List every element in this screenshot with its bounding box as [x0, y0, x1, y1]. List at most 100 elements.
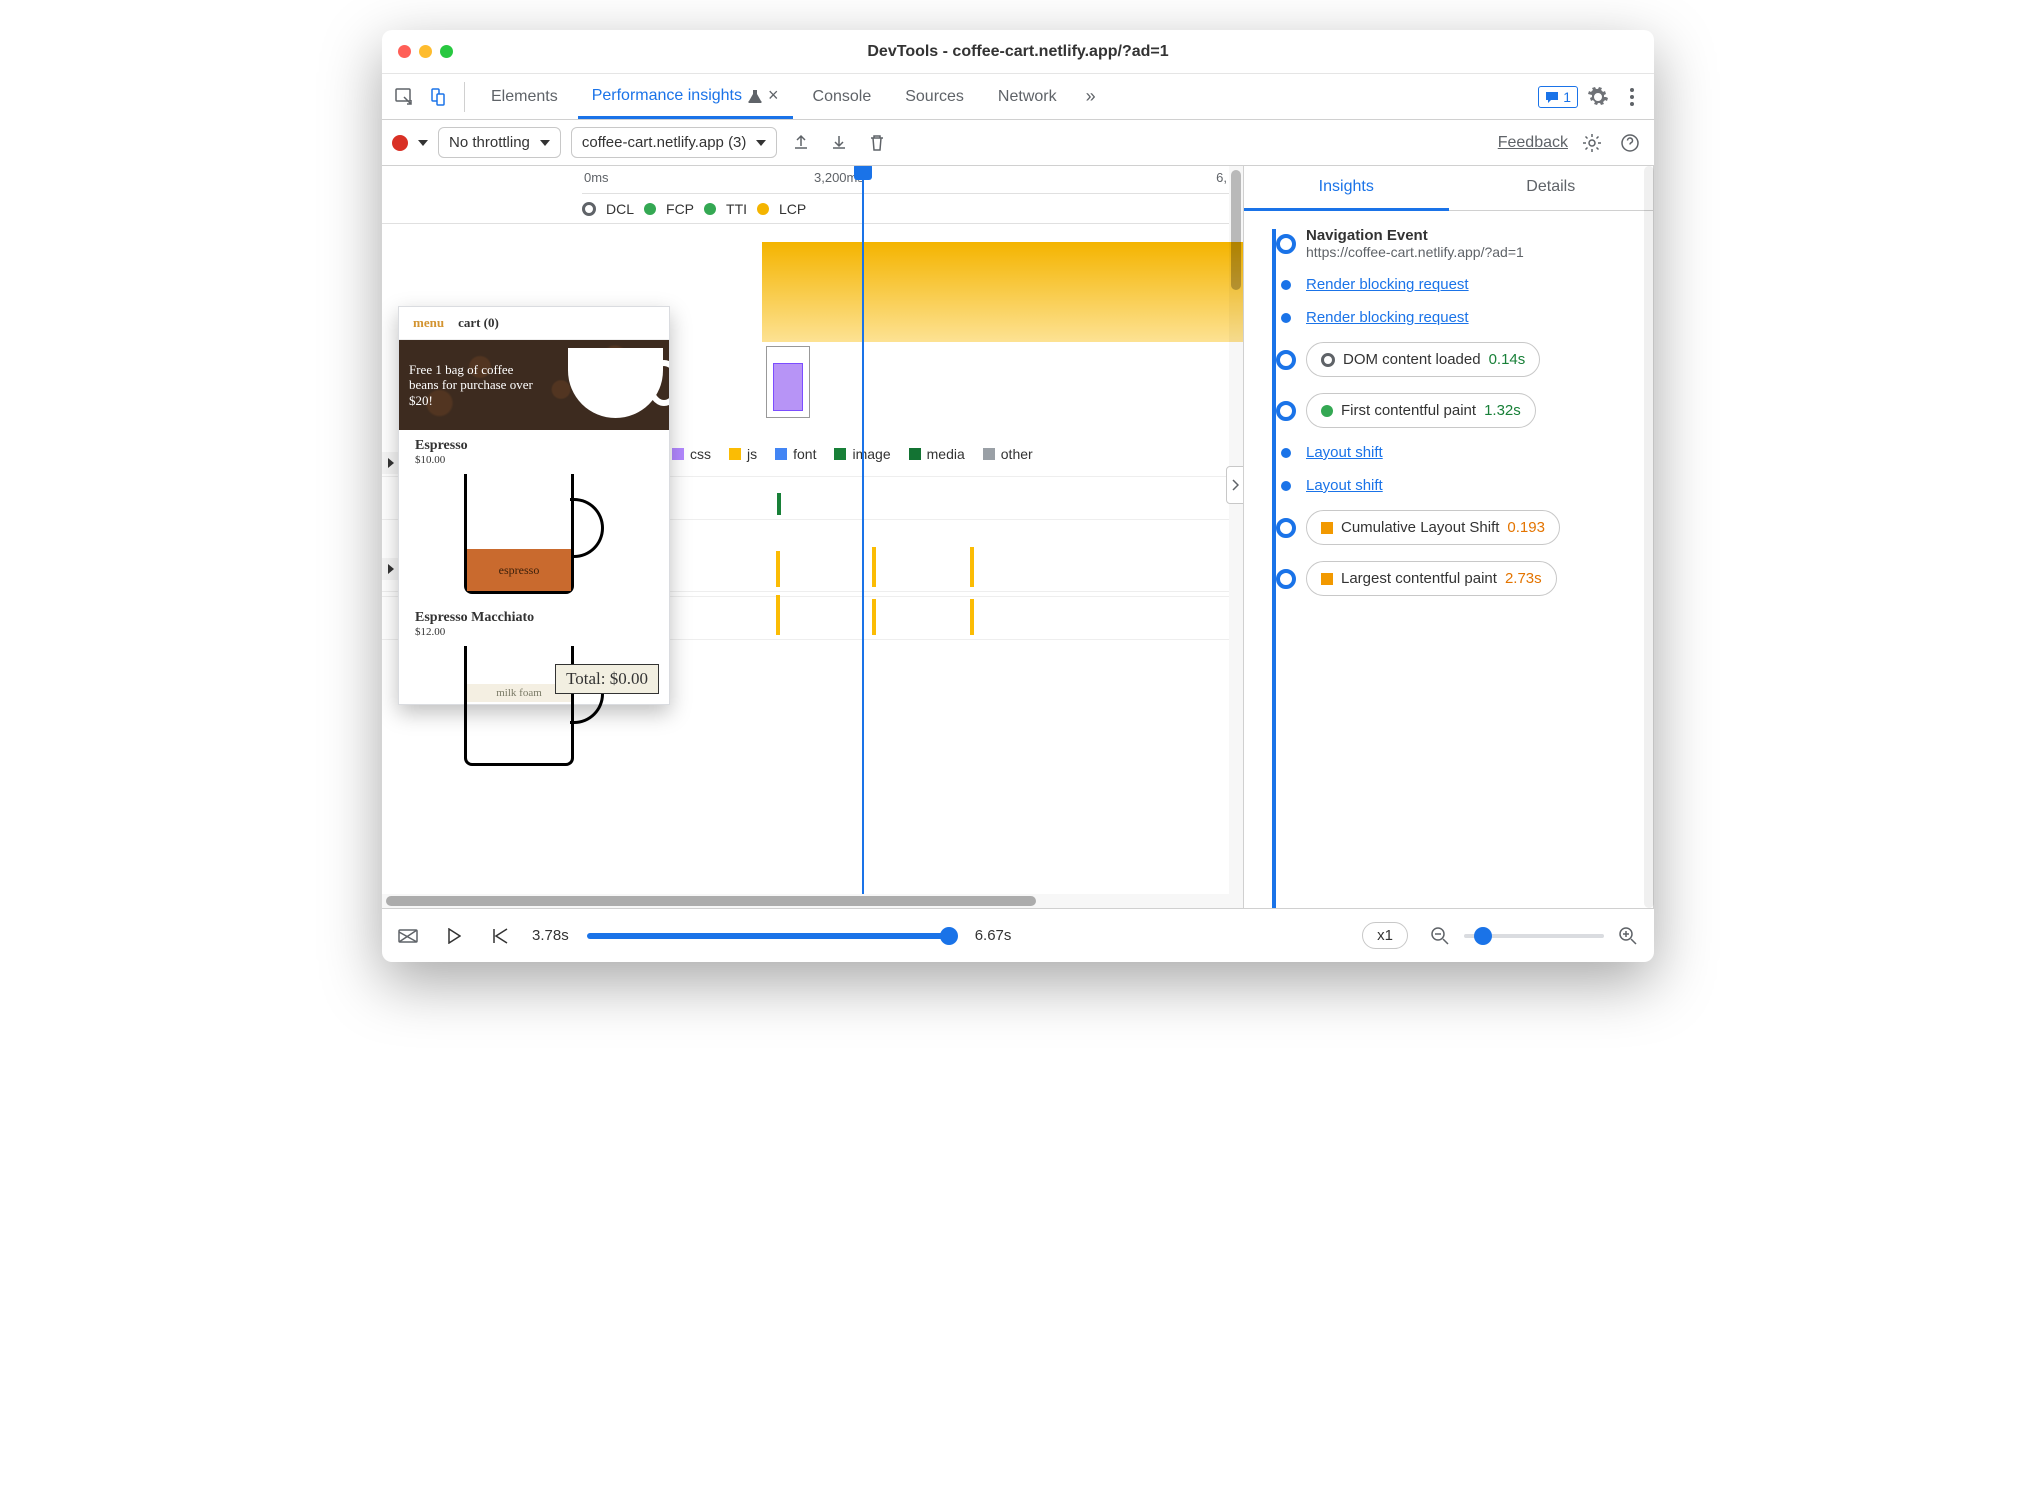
maximize-window-icon[interactable] [440, 45, 453, 58]
resource-legend: css js font image media other [672, 446, 1152, 462]
timeline-node-lcp[interactable] [1276, 569, 1296, 589]
chevron-down-icon [540, 140, 550, 146]
triangle-right-icon [388, 458, 394, 468]
lcp-bubble[interactable]: Largest contentful paint 2.73s [1306, 561, 1557, 596]
playback-bar: 3.78s 6.67s x1 [382, 908, 1654, 962]
time-range-slider[interactable] [587, 933, 957, 939]
timeline-node-small[interactable] [1281, 481, 1291, 491]
main-thread-block[interactable] [762, 242, 1243, 342]
dcl-bubble[interactable]: DOM content loaded 0.14s [1306, 342, 1540, 377]
lcp-icon [1321, 573, 1333, 585]
timeline-node-fcp[interactable] [1276, 401, 1296, 421]
triangle-right-icon [388, 564, 394, 574]
media-swatch-icon [909, 448, 921, 460]
timeline-node-small[interactable] [1281, 280, 1291, 290]
recording-select[interactable]: coffee-cart.netlify.app (3) [571, 127, 778, 158]
cls-icon [1321, 522, 1333, 534]
track-area[interactable]: 0ms 3,200ms 6, DCL FCP TTI LCP css js [382, 166, 1243, 894]
flask-icon [748, 89, 762, 103]
message-icon [1545, 90, 1559, 104]
tab-details[interactable]: Details [1449, 166, 1654, 210]
messages-badge[interactable]: 1 [1538, 86, 1578, 108]
clear-screenshot-icon[interactable] [394, 922, 422, 950]
fcp-label: First contentful paint [1341, 402, 1476, 419]
ruler-tick: 6, [1216, 170, 1227, 185]
fcp-marker-icon [644, 203, 656, 215]
timeline-node-nav[interactable] [1276, 234, 1296, 254]
close-window-icon[interactable] [398, 45, 411, 58]
tab-elements[interactable]: Elements [477, 78, 572, 116]
insights-panel: Insights Details Navigation Event https:… [1244, 166, 1654, 908]
timeline-node-small[interactable] [1281, 313, 1291, 323]
legend-media: media [927, 446, 965, 462]
speed-pill[interactable]: x1 [1362, 922, 1408, 949]
preview-banner-text: Free 1 bag of coffee beans for purchase … [409, 362, 539, 409]
throttling-value: No throttling [449, 134, 530, 151]
current-time: 3.78s [532, 927, 569, 944]
kebab-menu-icon[interactable] [1618, 83, 1646, 111]
render-blocking-link-1[interactable]: Render blocking request [1306, 276, 1469, 293]
record-menu-chevron-icon[interactable] [418, 140, 428, 146]
zoom-slider[interactable] [1464, 934, 1604, 938]
collapse-sidebar-handle[interactable] [1226, 466, 1243, 504]
recording-value: coffee-cart.netlify.app (3) [582, 134, 747, 151]
minimize-window-icon[interactable] [419, 45, 432, 58]
delete-icon[interactable] [863, 129, 891, 157]
horizontal-scrollbar[interactable] [382, 894, 1243, 908]
tab-console[interactable]: Console [799, 78, 886, 116]
layout-shift-link-2[interactable]: Layout shift [1306, 477, 1383, 494]
throttling-select[interactable]: No throttling [438, 127, 561, 158]
font-swatch-icon [775, 448, 787, 460]
play-icon[interactable] [440, 922, 468, 950]
fcp-label: FCP [666, 201, 694, 217]
messages-count: 1 [1563, 89, 1571, 105]
help-icon[interactable] [1616, 129, 1644, 157]
render-blocking-link-2[interactable]: Render blocking request [1306, 309, 1469, 326]
marker-legend: DCL FCP TTI LCP [382, 194, 1229, 224]
feedback-link[interactable]: Feedback [1498, 134, 1568, 152]
cls-bubble[interactable]: Cumulative Layout Shift 0.193 [1306, 510, 1560, 545]
legend-js: js [747, 446, 757, 462]
legend-font: font [793, 446, 816, 462]
lcp-label: Largest contentful paint [1341, 570, 1497, 587]
inspect-icon[interactable] [390, 83, 418, 111]
titlebar: DevTools - coffee-cart.netlify.app/?ad=1 [382, 30, 1654, 74]
cls-label: Cumulative Layout Shift [1341, 519, 1499, 536]
playhead[interactable] [862, 166, 864, 894]
fcp-value: 1.32s [1484, 402, 1521, 419]
legend-image: image [852, 446, 890, 462]
record-button[interactable] [392, 135, 408, 151]
export-icon[interactable] [787, 129, 815, 157]
tab-network[interactable]: Network [984, 78, 1071, 116]
lcp-label: LCP [779, 201, 806, 217]
vertical-scrollbar[interactable] [1229, 166, 1243, 894]
tab-sources[interactable]: Sources [891, 78, 978, 116]
layout-shift-link-1[interactable]: Layout shift [1306, 444, 1383, 461]
rewind-icon[interactable] [486, 922, 514, 950]
device-toggle-icon[interactable] [424, 83, 452, 111]
nav-event-title: Navigation Event [1306, 227, 1524, 244]
fcp-bubble[interactable]: First contentful paint 1.32s [1306, 393, 1536, 428]
other-swatch-icon [983, 448, 995, 460]
dcl-label: DOM content loaded [1343, 351, 1481, 368]
insights-toolbar: No throttling coffee-cart.netlify.app (3… [382, 120, 1654, 166]
screenshot-thumb[interactable] [766, 346, 810, 418]
product1-name: Espresso [415, 438, 653, 454]
timeline-node-dcl[interactable] [1276, 350, 1296, 370]
settings-icon[interactable] [1584, 83, 1612, 111]
timeline-node-cls[interactable] [1276, 518, 1296, 538]
tab-insights[interactable]: Insights [1244, 166, 1449, 211]
cls-value: 0.193 [1507, 519, 1545, 536]
more-tabs-icon[interactable]: » [1077, 83, 1105, 111]
preview-total: Total: $0.00 [555, 664, 659, 694]
timeline-node-small[interactable] [1281, 448, 1291, 458]
tab-performance-insights[interactable]: Performance insights × [578, 75, 793, 119]
js-swatch-icon [729, 448, 741, 460]
zoom-out-icon[interactable] [1426, 922, 1454, 950]
fcp-icon [1321, 405, 1333, 417]
close-tab-icon[interactable]: × [768, 85, 779, 106]
panel-settings-icon[interactable] [1578, 129, 1606, 157]
import-icon[interactable] [825, 129, 853, 157]
product1-price: $10.00 [415, 454, 653, 466]
zoom-in-icon[interactable] [1614, 922, 1642, 950]
